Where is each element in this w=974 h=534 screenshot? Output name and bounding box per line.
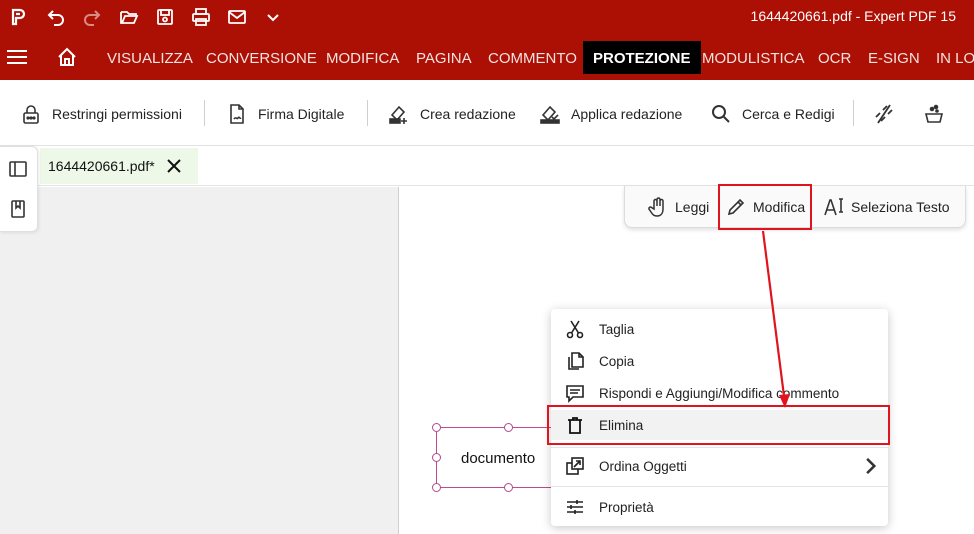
resize-handle[interactable] [432, 423, 441, 432]
menu-item-properties-label: Proprietà [599, 499, 654, 515]
tab-ocr[interactable]: OCR [818, 41, 851, 74]
print-icon[interactable] [189, 5, 213, 29]
unlink-icon [875, 104, 893, 124]
menu-item-copy-label: Copia [599, 353, 635, 369]
tab-protezione[interactable]: PROTEZIONE [583, 41, 701, 74]
digital-signature-label: Firma Digitale [258, 106, 345, 122]
read-mode-label: Leggi [675, 199, 710, 215]
document-tab-label: 1644420661.pdf* [48, 158, 155, 174]
search-icon [712, 105, 730, 123]
menu-item-arrange-label: Ordina Oggetti [599, 458, 687, 474]
create-redaction-label: Crea redazione [420, 106, 516, 122]
chevron-right-icon [866, 457, 877, 475]
toolbar-divider [367, 100, 368, 126]
cleanup-button[interactable] [923, 100, 945, 128]
sidebar-toggle-icon[interactable] [8, 159, 28, 179]
menu-item-comment-label: Rispondi e Aggiungi/Modifica commento [599, 385, 840, 401]
tab-e-sign[interactable]: E-SIGN [868, 41, 920, 74]
lock-icon [23, 105, 39, 124]
toolbar-divider [204, 100, 205, 126]
title-bar: 1644420661.pdf - Expert PDF 15 [0, 0, 974, 34]
open-folder-icon[interactable] [117, 5, 141, 29]
side-panel [0, 146, 38, 232]
resize-handle[interactable] [432, 453, 441, 462]
restrict-permissions-label: Restringi permissioni [52, 106, 182, 122]
menu-item-cut[interactable]: Taglia [551, 314, 888, 344]
document-tab-strip: 1644420661.pdf* [0, 146, 974, 186]
protection-toolbar: Restringi permissioni Firma Digitale Cre… [0, 80, 974, 146]
menu-separator [551, 486, 888, 487]
search-and-redact-button[interactable]: Cerca e Redigi [710, 100, 835, 128]
email-icon[interactable] [225, 5, 249, 29]
highlight-delete-item [547, 405, 890, 445]
app-logo-icon[interactable] [6, 5, 30, 29]
toolbar-divider [853, 100, 854, 126]
apply-redaction-button[interactable]: Applica redazione [539, 100, 682, 128]
menu-icon[interactable] [6, 48, 28, 66]
resize-handle[interactable] [504, 483, 513, 492]
remove-links-button[interactable] [873, 100, 895, 128]
chevron-down-icon[interactable] [261, 5, 285, 29]
arrange-icon [566, 457, 584, 475]
properties-icon [567, 500, 583, 514]
menu-item-properties[interactable]: Proprietà [551, 492, 888, 522]
signature-icon [230, 104, 244, 124]
menu-item-cut-label: Taglia [599, 321, 635, 337]
resize-handle[interactable] [504, 423, 513, 432]
tab-pagina[interactable]: PAGINA [416, 41, 472, 74]
select-text-label: Seleziona Testo [851, 199, 950, 215]
restrict-permissions-button[interactable]: Restringi permissioni [20, 100, 182, 128]
text-box-content: documento [461, 450, 536, 467]
tab-modulistica[interactable]: MODULISTICA [702, 41, 805, 74]
digital-signature-button[interactable]: Firma Digitale [226, 100, 344, 128]
comment-icon [566, 385, 584, 403]
apply-redaction-label: Applica redazione [571, 106, 683, 122]
tab-in-lotti[interactable]: IN LOTTI [936, 41, 974, 74]
tab-visualizza[interactable]: VISUALIZZA [107, 41, 193, 74]
save-icon[interactable] [153, 5, 177, 29]
cleanup-icon [924, 104, 944, 123]
redo-icon[interactable] [80, 5, 104, 29]
apply-redaction-icon [540, 105, 560, 124]
select-text-button[interactable]: Seleziona Testo [823, 194, 950, 220]
bookmark-icon[interactable] [8, 199, 28, 219]
search-and-redact-label: Cerca e Redigi [742, 106, 835, 122]
copy-icon [568, 352, 584, 370]
undo-icon[interactable] [44, 5, 68, 29]
document-title: 1644420661.pdf - Expert PDF 15 [750, 8, 956, 24]
home-icon[interactable] [56, 46, 78, 68]
scissors-icon [566, 320, 584, 339]
selected-text-box[interactable]: documento [436, 427, 558, 488]
text-select-icon [824, 198, 843, 216]
menu-separator [551, 447, 888, 448]
ribbon-tabs: VISUALIZZA CONVERSIONE MODIFICA PAGINA C… [0, 34, 974, 80]
read-mode-button[interactable]: Leggi [647, 194, 709, 220]
tab-commento[interactable]: COMMENTO [488, 41, 577, 74]
tab-conversione[interactable]: CONVERSIONE [206, 41, 317, 74]
menu-item-copy[interactable]: Copia [551, 346, 888, 376]
highlight-edit-mode [718, 184, 812, 230]
create-redaction-button[interactable]: Crea redazione [388, 100, 516, 128]
menu-item-arrange[interactable]: Ordina Oggetti [551, 451, 888, 481]
document-tab[interactable]: 1644420661.pdf* [40, 148, 198, 184]
hand-icon [648, 197, 664, 217]
menu-item-comment[interactable]: Rispondi e Aggiungi/Modifica commento [551, 378, 888, 408]
create-redaction-icon [389, 105, 407, 124]
resize-handle[interactable] [432, 483, 441, 492]
close-icon[interactable] [166, 158, 182, 174]
tab-modifica[interactable]: MODIFICA [326, 41, 399, 74]
